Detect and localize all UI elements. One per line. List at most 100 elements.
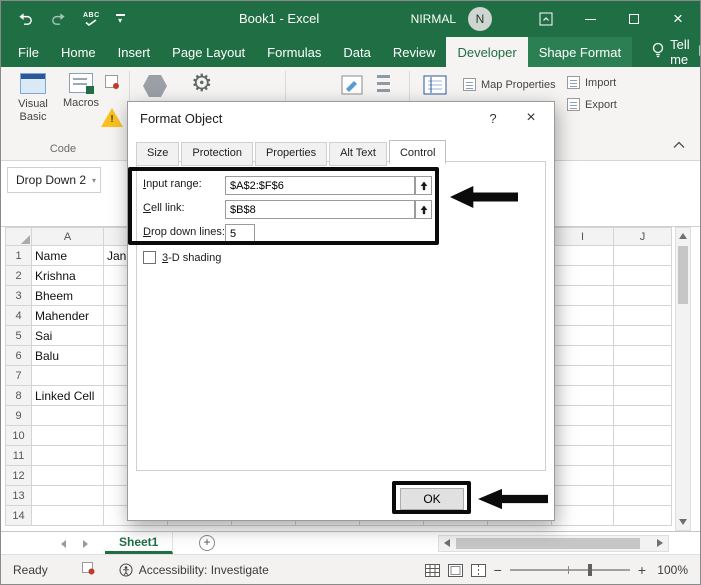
row-header-3[interactable]: 3 (5, 285, 32, 306)
cell-i3[interactable] (551, 285, 614, 306)
cell-j12[interactable] (613, 465, 672, 486)
ribbon-tab-developer[interactable]: Developer (446, 37, 528, 67)
com-add-ins-gear-icon[interactable]: ⚙ (191, 71, 213, 95)
redo-icon[interactable] (50, 12, 67, 26)
cell-j3[interactable] (613, 285, 672, 306)
cell-a11[interactable] (31, 445, 104, 466)
zoom-slider-handle[interactable] (587, 564, 592, 576)
row-header-8[interactable]: 8 (5, 385, 32, 406)
cell-i13[interactable] (551, 485, 614, 506)
cell-a2[interactable]: Krishna (31, 265, 104, 286)
properties-view-code-stack[interactable] (377, 75, 390, 96)
dialog-tab-alt-text[interactable]: Alt Text (329, 142, 387, 166)
name-box-dropdown-icon[interactable]: ▾ (92, 176, 96, 185)
column-header-j[interactable]: J (613, 227, 672, 246)
cell-i4[interactable] (551, 305, 614, 326)
ribbon-tab-file[interactable]: File (7, 37, 50, 67)
zoom-out-button[interactable]: − (494, 562, 502, 578)
spelling-icon[interactable]: ABC (83, 12, 100, 26)
cell-j4[interactable] (613, 305, 672, 326)
cell-j7[interactable] (613, 365, 672, 386)
cell-i10[interactable] (551, 425, 614, 446)
ribbon-tab-insert[interactable]: Insert (107, 37, 162, 67)
cell-i9[interactable] (551, 405, 614, 426)
avatar[interactable]: N (468, 7, 492, 31)
horizontal-scrollbar[interactable] (438, 535, 669, 552)
row-header-10[interactable]: 10 (5, 425, 32, 446)
horizontal-scroll-thumb[interactable] (456, 538, 640, 549)
design-mode-icon[interactable] (341, 75, 363, 98)
cell-j10[interactable] (613, 425, 672, 446)
macros-button[interactable]: Macros (59, 73, 103, 110)
name-box[interactable]: Drop Down 2 ▾ (7, 167, 101, 193)
record-macro-icon[interactable] (105, 75, 119, 89)
cell-a13[interactable] (31, 485, 104, 506)
ribbon-tab-home[interactable]: Home (50, 37, 107, 67)
scroll-right-icon[interactable] (657, 539, 663, 547)
cell-a3[interactable]: Bheem (31, 285, 104, 306)
dialog-tab-protection[interactable]: Protection (181, 142, 253, 166)
macro-record-status-icon[interactable] (81, 562, 95, 578)
cell-j13[interactable] (613, 485, 672, 506)
new-sheet-button[interactable]: + (199, 535, 215, 551)
dialog-tab-properties[interactable]: Properties (254, 142, 328, 166)
cell-j8[interactable] (613, 385, 672, 406)
cell-a8[interactable]: Linked Cell (31, 385, 104, 406)
cell-j6[interactable] (613, 345, 672, 366)
scroll-up-icon[interactable] (679, 233, 687, 239)
map-properties-button[interactable]: Map Properties (463, 78, 556, 91)
row-header-9[interactable]: 9 (5, 405, 32, 426)
select-all-corner[interactable] (5, 227, 32, 246)
cell-i1[interactable] (551, 245, 614, 266)
close-button[interactable]: × (656, 1, 700, 37)
cell-i14[interactable] (551, 505, 614, 526)
page-break-view-icon[interactable] (470, 563, 486, 577)
row-header-13[interactable]: 13 (5, 485, 32, 506)
row-header-1[interactable]: 1 (5, 245, 32, 266)
ribbon-tab-review[interactable]: Review (382, 37, 447, 67)
scroll-left-icon[interactable] (444, 539, 450, 547)
ribbon-tab-shape-format[interactable]: Shape Format (527, 37, 633, 67)
cell-a12[interactable] (31, 465, 104, 486)
vertical-scrollbar[interactable] (675, 227, 691, 531)
row-header-11[interactable]: 11 (5, 445, 32, 466)
row-header-7[interactable]: 7 (5, 365, 32, 386)
comments-icon[interactable] (698, 37, 700, 67)
row-header-12[interactable]: 12 (5, 465, 32, 486)
row-header-4[interactable]: 4 (5, 305, 32, 326)
sheet-tab-sheet1[interactable]: Sheet1 (105, 532, 174, 554)
ribbon-tab-data[interactable]: Data (332, 37, 381, 67)
cell-i2[interactable] (551, 265, 614, 286)
tell-me-button[interactable]: Tell me (644, 37, 698, 67)
sheet-nav-right-icon[interactable] (83, 540, 88, 548)
cell-a10[interactable] (31, 425, 104, 446)
source-icon[interactable] (423, 75, 447, 98)
zoom-slider[interactable] (509, 563, 630, 577)
cell-a6[interactable]: Balu (31, 345, 104, 366)
row-header-14[interactable]: 14 (5, 505, 32, 526)
cell-a7[interactable] (31, 365, 104, 386)
cell-j14[interactable] (613, 505, 672, 526)
cell-i7[interactable] (551, 365, 614, 386)
cell-a14[interactable] (31, 505, 104, 526)
cell-a9[interactable] (31, 405, 104, 426)
cell-j2[interactable] (613, 265, 672, 286)
zoom-in-button[interactable]: + (638, 562, 646, 578)
row-header-6[interactable]: 6 (5, 345, 32, 366)
zoom-level[interactable]: 100% (654, 563, 688, 577)
customize-qat-icon[interactable]: ▾ (115, 14, 125, 25)
ribbon-tab-formulas[interactable]: Formulas (256, 37, 332, 67)
accessibility-status[interactable]: Accessibility: Investigate (119, 563, 269, 577)
cell-a5[interactable]: Sai (31, 325, 104, 346)
cell-j5[interactable] (613, 325, 672, 346)
cell-j9[interactable] (613, 405, 672, 426)
dialog-tab-control[interactable]: Control (388, 140, 447, 164)
ribbon-display-options-icon[interactable] (524, 1, 568, 37)
dialog-help-button[interactable]: ? (476, 111, 510, 126)
export-button[interactable]: Export (567, 98, 617, 111)
vertical-scroll-thumb[interactable] (678, 246, 688, 304)
row-header-2[interactable]: 2 (5, 265, 32, 286)
column-header-a[interactable]: A (31, 227, 104, 246)
3d-shading-checkbox[interactable] (143, 251, 156, 264)
dialog-tab-size[interactable]: Size (136, 142, 180, 166)
